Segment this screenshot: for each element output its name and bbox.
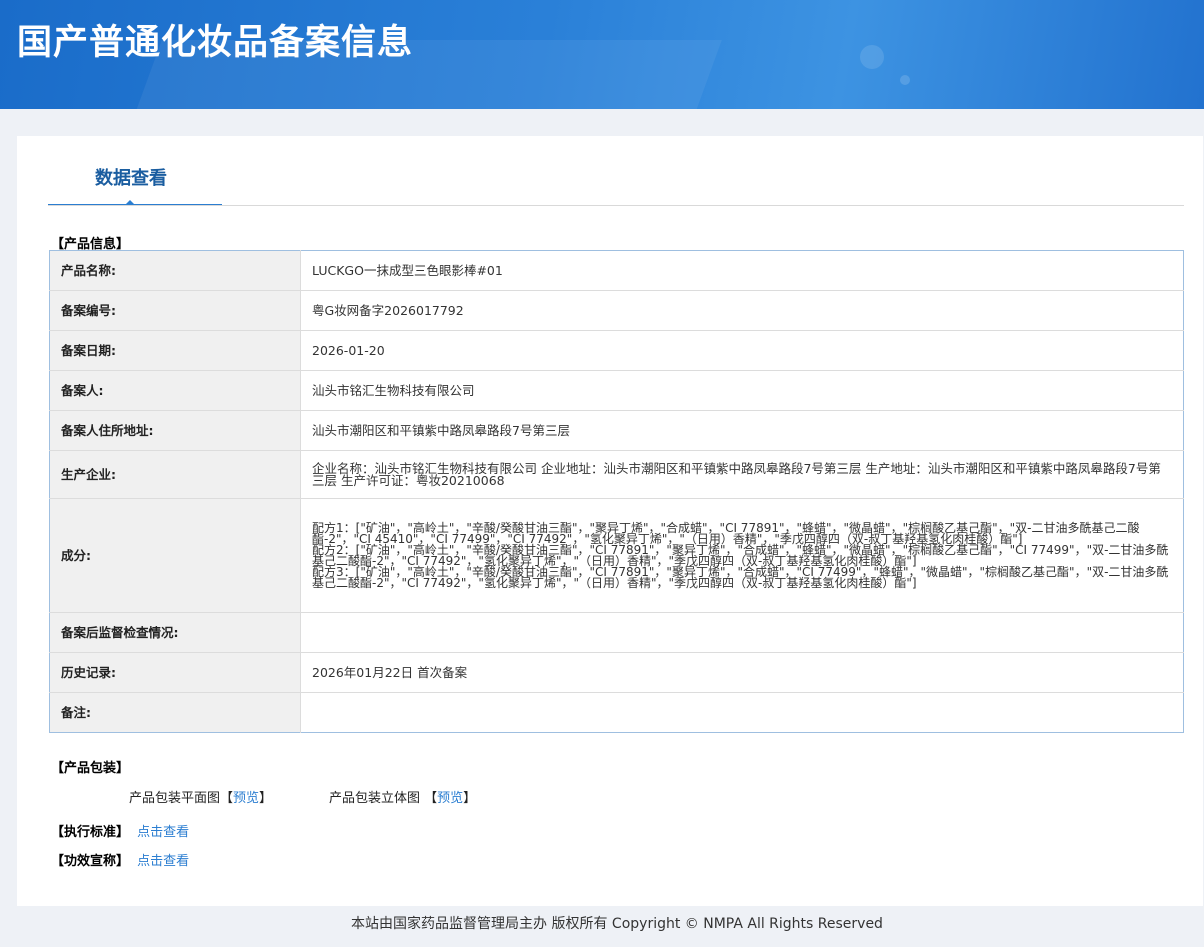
field-value-registrant-address: 汕头市潮阳区和平镇紫中路凤皋路段7号第三层 bbox=[300, 410, 1184, 451]
table-row: 备注: bbox=[49, 692, 1184, 733]
section-packaging: 【产品包装】 bbox=[51, 761, 130, 776]
field-value-remarks bbox=[300, 692, 1184, 733]
packaging-solid-item: 产品包装立体图 【预览】 bbox=[329, 791, 477, 806]
field-label: 备案日期: bbox=[49, 330, 301, 371]
field-label: 生产企业: bbox=[49, 450, 301, 499]
field-value-product-name: LUCKGO一抹成型三色眼影棒#01 bbox=[312, 262, 503, 278]
table-row: 备案人: 汕头市铭汇生物科技有限公司 bbox=[49, 370, 1184, 411]
packaging-flat-item: 产品包装平面图【预览】 bbox=[129, 791, 273, 806]
page-footer: 本站由国家药品监督管理局主办 版权所有 Copyright © NMPA All… bbox=[351, 916, 883, 932]
table-row: 成分: 配方1：["矿油"，"高岭土"，"辛酸/癸酸甘油三酯"，"聚异丁烯"，"… bbox=[49, 498, 1184, 613]
field-value-record-date: 2026-01-20 bbox=[300, 330, 1184, 371]
tab-data-view[interactable]: 数据查看 bbox=[48, 160, 222, 206]
page-header: 国产普通化妆品备案信息 bbox=[0, 0, 1204, 109]
standard-view-link[interactable]: 点击查看 bbox=[137, 825, 189, 840]
tab-divider bbox=[48, 205, 1184, 206]
field-value-record-number: 粤G妆网备字2026017792 bbox=[300, 290, 1184, 331]
field-label: 产品名称: bbox=[49, 250, 301, 291]
table-row: 备案人住所地址: 汕头市潮阳区和平镇紫中路凤皋路段7号第三层 bbox=[49, 410, 1184, 451]
field-label: 备案人: bbox=[49, 370, 301, 411]
field-value-ingredients: 配方1：["矿油"，"高岭土"，"辛酸/癸酸甘油三酯"，"聚异丁烯"，"合成蜡"… bbox=[300, 498, 1184, 613]
field-label: 历史记录: bbox=[49, 652, 301, 693]
field-value-history: 2026年01月22日 首次备案 bbox=[300, 652, 1184, 693]
table-row: 历史记录: 2026年01月22日 首次备案 bbox=[49, 652, 1184, 693]
packaging-flat-preview-link[interactable]: 预览 bbox=[233, 791, 259, 806]
efficacy-row: 【功效宣称】 点击查看 bbox=[51, 850, 189, 869]
header-decoration-dot bbox=[900, 75, 910, 85]
page-title: 国产普通化妆品备案信息 bbox=[17, 23, 414, 63]
table-row: 备案编号: 粤G妆网备字2026017792 bbox=[49, 290, 1184, 331]
section-standard: 【执行标准】 bbox=[51, 825, 130, 840]
table-row: 产品名称: LUCKGO一抹成型三色眼影棒#01 bbox=[49, 250, 1184, 291]
packaging-flat-label: 产品包装平面图 bbox=[129, 791, 221, 806]
product-info-table: 产品名称: LUCKGO一抹成型三色眼影棒#01 备案编号: 粤G妆网备字202… bbox=[49, 250, 1184, 733]
table-row: 备案日期: 2026-01-20 bbox=[49, 330, 1184, 371]
field-value-registrant: 汕头市铭汇生物科技有限公司 bbox=[300, 370, 1184, 411]
header-decoration-dot bbox=[860, 45, 884, 69]
standard-row: 【执行标准】 点击查看 bbox=[51, 821, 189, 840]
table-row: 生产企业: 企业名称：汕头市铭汇生物科技有限公司 企业地址：汕头市潮阳区和平镇紫… bbox=[49, 450, 1184, 499]
tab-data-view-label: 数据查看 bbox=[95, 168, 167, 189]
field-label: 备案后监督检查情况: bbox=[49, 612, 301, 653]
table-row: 备案后监督检查情况: bbox=[49, 612, 1184, 653]
packaging-solid-label: 产品包装立体图 bbox=[329, 791, 421, 806]
packaging-solid-preview-link[interactable]: 预览 bbox=[437, 791, 463, 806]
field-label: 备案编号: bbox=[49, 290, 301, 331]
field-value-manufacturer: 企业名称：汕头市铭汇生物科技有限公司 企业地址：汕头市潮阳区和平镇紫中路凤皋路段… bbox=[300, 450, 1184, 499]
field-value-inspection bbox=[300, 612, 1184, 653]
section-efficacy: 【功效宣称】 bbox=[51, 854, 130, 869]
field-label: 备注: bbox=[49, 692, 301, 733]
field-label: 备案人住所地址: bbox=[49, 410, 301, 451]
field-label: 成分: bbox=[49, 498, 301, 613]
efficacy-view-link[interactable]: 点击查看 bbox=[137, 854, 189, 869]
